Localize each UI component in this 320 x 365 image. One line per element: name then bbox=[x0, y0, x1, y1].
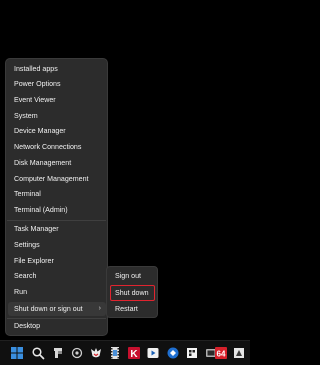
menu-item-shut-down-or-sign-out[interactable]: Shut down or sign out › bbox=[8, 302, 106, 316]
app-icon[interactable] bbox=[70, 346, 84, 360]
menu-item-system[interactable]: System bbox=[14, 109, 104, 123]
menu-item-search[interactable]: Search bbox=[14, 269, 104, 283]
menu-item-disk-management[interactable]: Disk Management bbox=[14, 156, 104, 170]
menu-item-power-options[interactable]: Power Options bbox=[14, 77, 104, 91]
menu-item-file-explorer[interactable]: File Explorer bbox=[14, 254, 104, 268]
app-icon[interactable] bbox=[108, 346, 122, 360]
menu-item-run[interactable]: Run bbox=[14, 285, 104, 299]
menu-item-settings[interactable]: Settings bbox=[14, 238, 104, 252]
highlight-box bbox=[110, 285, 155, 301]
search-icon[interactable] bbox=[31, 346, 45, 360]
menu-item-device-manager[interactable]: Device Manager bbox=[14, 124, 104, 138]
menu-item-desktop[interactable]: Desktop bbox=[14, 319, 104, 333]
taskbar: K 64 bbox=[0, 340, 250, 365]
app-icon[interactable]: 64 bbox=[214, 346, 228, 360]
windows-start-icon[interactable] bbox=[10, 346, 24, 360]
shutdown-submenu: Sign out Shut down Restart bbox=[106, 266, 158, 318]
app-icon[interactable] bbox=[166, 346, 180, 360]
submenu-item-restart[interactable]: Restart bbox=[115, 303, 138, 316]
app-icon-text: K bbox=[130, 349, 138, 360]
menu-item-label: Shut down or sign out bbox=[14, 305, 83, 313]
menu-item-event-viewer[interactable]: Event Viewer bbox=[14, 93, 104, 107]
menu-divider bbox=[7, 220, 106, 221]
menu-item-terminal[interactable]: Terminal bbox=[14, 187, 104, 201]
chevron-right-icon: › bbox=[98, 305, 101, 312]
app-icon[interactable] bbox=[146, 346, 160, 360]
app-icon-text: 64 bbox=[217, 350, 226, 359]
app-icon[interactable] bbox=[51, 346, 65, 360]
menu-item-task-manager[interactable]: Task Manager bbox=[14, 222, 104, 236]
menu-item-terminal-admin[interactable]: Terminal (Admin) bbox=[14, 203, 104, 217]
menu-item-installed-apps[interactable]: Installed apps bbox=[14, 62, 104, 76]
menu-item-network-connections[interactable]: Network Connections bbox=[14, 140, 104, 154]
app-icon[interactable] bbox=[89, 346, 103, 360]
app-icon[interactable] bbox=[185, 346, 199, 360]
winx-context-menu: Installed apps Power Options Event Viewe… bbox=[5, 58, 108, 336]
app-icon[interactable]: K bbox=[127, 346, 141, 360]
menu-item-computer-management[interactable]: Computer Management bbox=[14, 172, 104, 186]
app-icon[interactable] bbox=[232, 346, 246, 360]
submenu-item-sign-out[interactable]: Sign out bbox=[115, 270, 141, 283]
